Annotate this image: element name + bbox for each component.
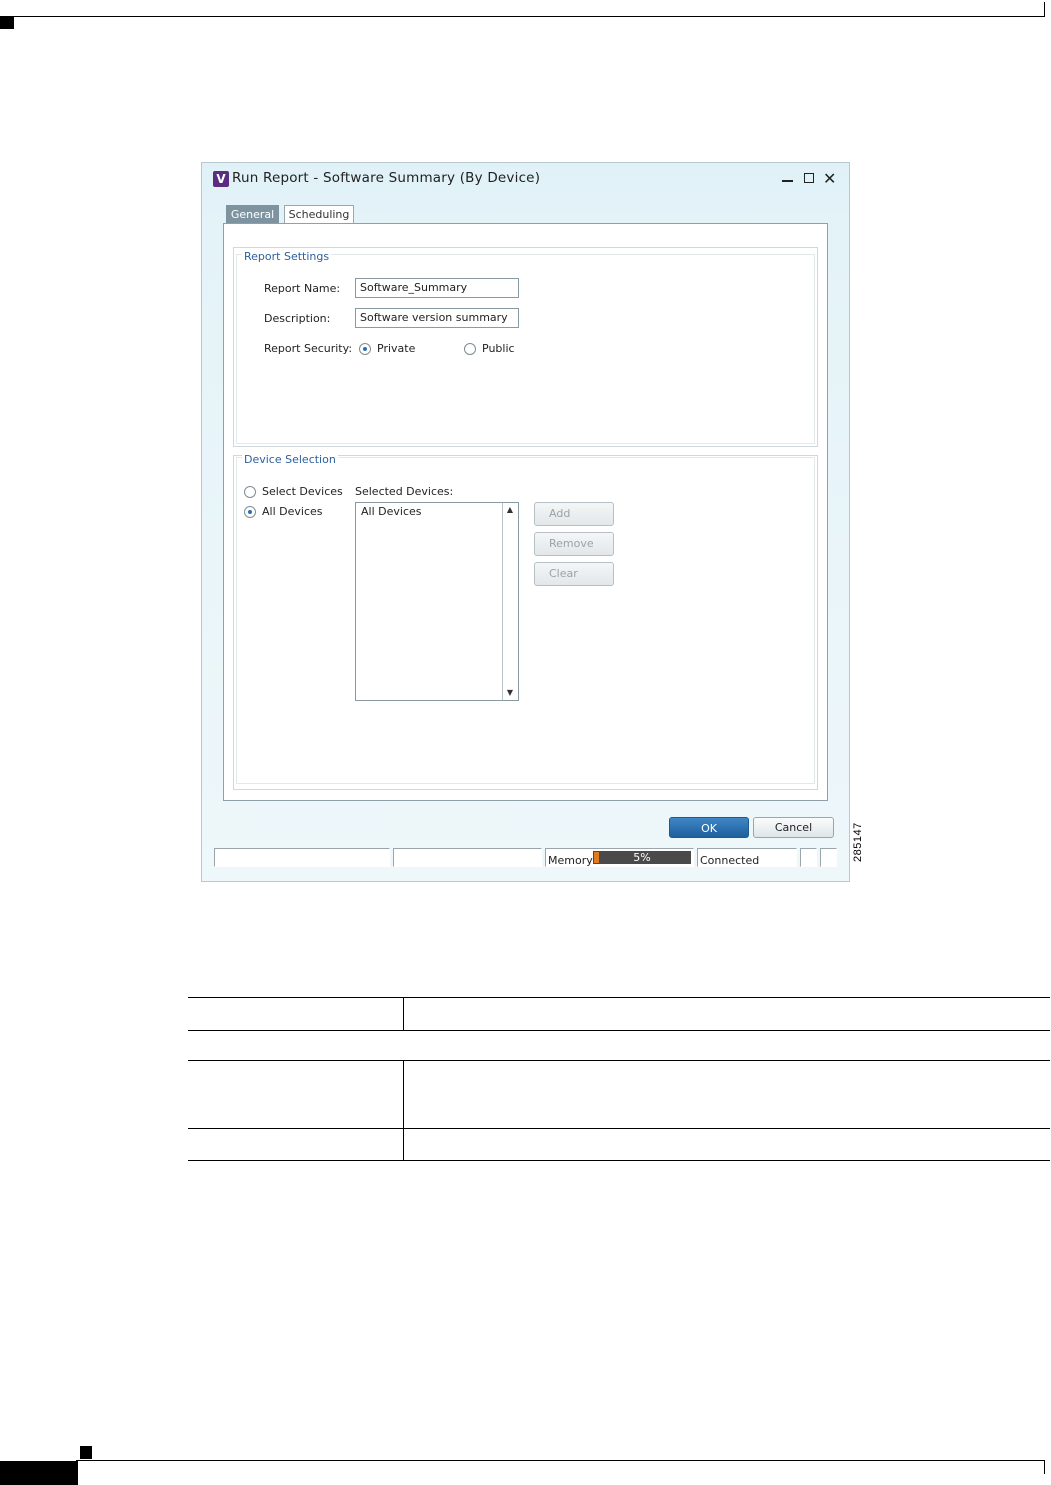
private-radio-label: Private <box>377 342 416 355</box>
table-rule-2 <box>188 1060 1050 1061</box>
tab-scheduling[interactable]: Scheduling <box>284 205 354 223</box>
tab-general[interactable]: General <box>226 205 279 223</box>
app-logo-icon: V <box>213 171 229 187</box>
status-cell-5 <box>800 848 817 867</box>
list-item[interactable]: All Devices <box>361 505 421 518</box>
header-rule-tick <box>1044 2 1045 17</box>
status-cell-2 <box>393 848 542 867</box>
clear-button[interactable]: Clear <box>534 562 614 586</box>
scroll-down-icon[interactable]: ▼ <box>502 688 518 697</box>
public-radio-label: Public <box>482 342 515 355</box>
status-cell-1 <box>214 848 390 867</box>
table-col-divider-2 <box>403 1060 404 1160</box>
memory-percent: 5% <box>633 851 651 864</box>
add-button[interactable]: Add <box>534 502 614 526</box>
select-devices-radio[interactable] <box>244 486 256 498</box>
table-rule-1 <box>188 1030 1050 1031</box>
cancel-button[interactable]: Cancel <box>753 817 834 838</box>
footer-marker <box>80 1446 92 1459</box>
status-cell-6 <box>820 848 837 867</box>
private-radio[interactable] <box>359 343 371 355</box>
connection-status: Connected <box>700 854 760 867</box>
status-cell-connection: Connected <box>697 848 797 867</box>
table-rule-3 <box>188 1128 1050 1129</box>
selected-devices-list[interactable] <box>355 502 519 701</box>
table-col-divider-1 <box>403 997 404 1030</box>
table-rule-bottom <box>188 1160 1050 1161</box>
all-devices-label: All Devices <box>262 505 323 518</box>
memory-label: Memory: <box>548 854 596 867</box>
footer-rule <box>76 1460 1044 1461</box>
figure-number: 285147 <box>852 822 864 862</box>
device-selection-inner <box>236 457 815 784</box>
selected-devices-label: Selected Devices: <box>355 485 454 498</box>
minimize-icon[interactable] <box>782 180 793 182</box>
footer-rule-tick <box>1044 1460 1045 1474</box>
list-scrollbar[interactable] <box>502 503 518 700</box>
report-name-label: Report Name: <box>264 282 341 295</box>
device-selection-legend: Device Selection <box>242 453 338 466</box>
ok-button[interactable]: OK <box>669 817 749 838</box>
report-security-label: Report Security: <box>264 342 353 355</box>
remove-button[interactable]: Remove <box>534 532 614 556</box>
maximize-icon[interactable] <box>804 173 814 183</box>
footer-page-block <box>0 1461 78 1485</box>
public-radio[interactable] <box>464 343 476 355</box>
scroll-up-icon[interactable]: ▲ <box>502 505 518 514</box>
select-devices-label: Select Devices <box>262 485 343 498</box>
description-label: Description: <box>264 312 331 325</box>
close-icon[interactable]: ✕ <box>823 169 836 188</box>
table-rule-top <box>188 997 1050 998</box>
window-title: Run Report - Software Summary (By Device… <box>232 170 541 186</box>
all-devices-radio[interactable] <box>244 506 256 518</box>
description-input[interactable]: Software version summary <box>355 308 519 328</box>
report-settings-legend: Report Settings <box>242 250 332 263</box>
report-name-input[interactable]: Software_Summary <box>355 278 519 298</box>
header-marker <box>0 17 14 29</box>
header-rule <box>0 16 1045 17</box>
